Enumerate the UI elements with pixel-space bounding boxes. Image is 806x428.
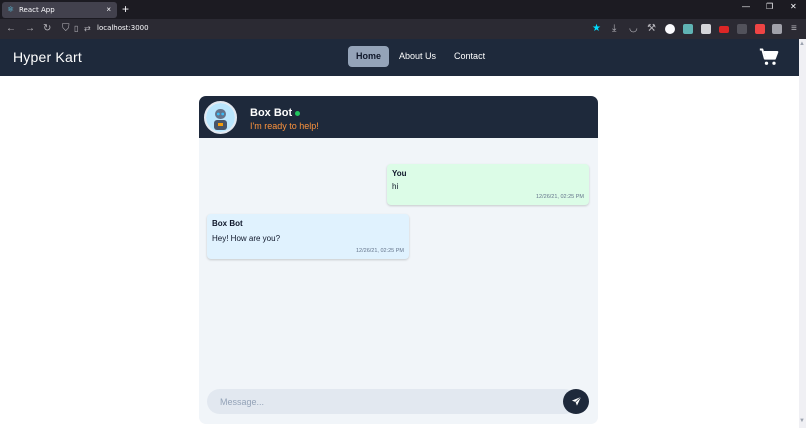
online-status-dot [295,111,300,116]
extension-b-icon[interactable] [683,24,693,34]
tab-title: React App [19,6,55,14]
browser-toolbar: ← → ↻ ⛉ ▯ ⇄ localhost:3000 ★ ⤓ ◡ ⚒ ≡ [0,19,806,39]
app-header: Hyper Kart Home About Us Contact [0,39,806,76]
nav-about-us[interactable]: About Us [391,46,444,67]
nav-home[interactable]: Home [348,46,390,67]
extension-f-icon[interactable] [755,24,765,34]
react-favicon-icon: ⚛ [7,5,15,14]
message-sender: You [392,169,407,178]
pocket-icon[interactable]: ◡ [629,23,638,35]
window-close-icon[interactable]: ✕ [790,2,797,11]
chat-header: Box Bot I'm ready to help! [199,96,598,138]
extension-a-icon[interactable] [665,24,675,34]
reload-icon[interactable]: ↻ [43,23,51,35]
send-button[interactable] [563,389,589,414]
menu-icon[interactable]: ≡ [791,23,797,35]
extension-g-icon[interactable] [772,24,782,34]
browser-tab[interactable]: ⚛ React App × [2,2,117,18]
message-sender: Box Bot [212,219,243,228]
bot-name: Box Bot [250,107,293,119]
brand-logo-text[interactable]: Hyper Kart [13,49,82,65]
page-icon: ▯ [74,24,79,33]
robot-icon [206,103,235,132]
wrench-icon[interactable]: ⚒ [647,23,656,35]
extension-e-icon[interactable] [737,24,747,34]
chat-window: Box Bot I'm ready to help! You hi 12/26/… [199,96,598,424]
message-composer [207,389,589,414]
new-tab-button[interactable]: + [122,3,129,15]
message-text: Hey! How are you? [212,234,281,243]
paper-plane-icon [571,396,581,406]
browser-tab-bar: ⚛ React App × + — ❐ ✕ [0,0,806,19]
message-text: hi [392,182,399,191]
message-time: 12/26/21, 02:25 PM [535,194,584,200]
minimize-icon[interactable]: — [742,2,750,11]
scroll-up-icon[interactable]: ▲ [799,41,805,47]
user-message: You hi 12/26/21, 02:25 PM [387,164,589,205]
shield-icon[interactable]: ⛉ [62,23,70,35]
extension-c-icon[interactable] [701,24,711,34]
forward-icon[interactable]: → [25,23,35,35]
main-nav: Home About Us Contact [348,46,495,67]
back-icon[interactable]: ← [6,23,16,35]
message-input[interactable] [207,389,577,414]
bot-status-text: I'm ready to help! [250,121,319,131]
scroll-down-icon[interactable]: ▼ [799,418,805,424]
address-bar[interactable]: localhost:3000 [97,24,149,32]
bot-avatar [204,101,237,134]
message-time: 12/26/21, 02:25 PM [355,248,404,254]
permissions-icon[interactable]: ⇄ [84,23,91,35]
download-icon[interactable]: ⤓ [612,23,616,35]
bot-message: Box Bot Hey! How are you? 12/26/21, 02:2… [207,214,409,259]
nav-contact[interactable]: Contact [446,46,493,67]
extension-d-icon[interactable] [719,26,729,33]
restore-icon[interactable]: ❐ [766,2,773,11]
page-scrollbar[interactable] [799,39,806,428]
bookmark-star-icon[interactable]: ★ [592,23,601,35]
tab-close-icon[interactable]: × [106,5,111,14]
shopping-cart-icon[interactable] [759,47,779,67]
